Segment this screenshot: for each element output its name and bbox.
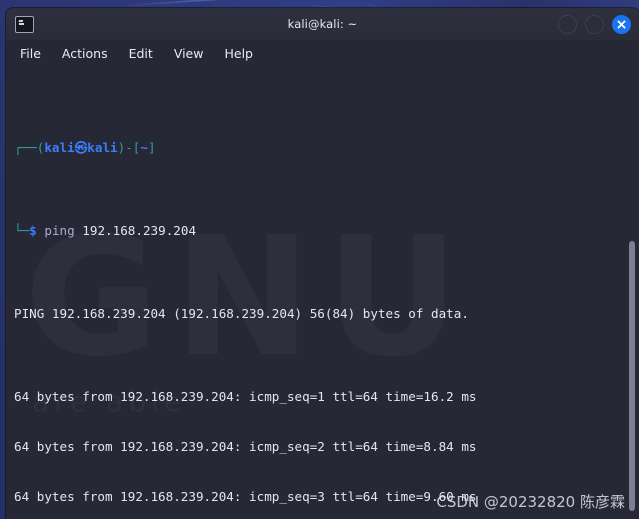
- vertical-scrollbar[interactable]: [629, 241, 635, 511]
- window-controls: [558, 8, 631, 40]
- prompt-bracket-open: )-[: [117, 140, 141, 156]
- prompt-path: ~: [140, 140, 148, 156]
- menu-bar: File Actions Edit View Help: [6, 40, 639, 67]
- prompt-sigil: $: [29, 223, 37, 239]
- title-bar[interactable]: kali@kali: ~: [6, 8, 639, 40]
- prompt-line-2: └─$ ping 192.168.239.204: [14, 223, 639, 240]
- menu-item-help[interactable]: Help: [224, 46, 253, 61]
- terminal-output: ┌──(kali㉿kali)-[~] └─$ ping 192.168.239.…: [6, 67, 639, 519]
- ping-header-line: PING 192.168.239.204 (192.168.239.204) 5…: [14, 306, 469, 322]
- prompt-branch-bottom: └─: [14, 223, 30, 239]
- ping-reply-line: 64 bytes from 192.168.239.204: icmp_seq=…: [14, 389, 477, 405]
- menu-item-view[interactable]: View: [174, 46, 204, 61]
- window-title: kali@kali: ~: [287, 17, 358, 31]
- command-name: ping: [44, 223, 75, 239]
- terminal-icon: [15, 15, 34, 33]
- maximize-button[interactable]: [585, 14, 604, 34]
- close-button[interactable]: [612, 14, 631, 34]
- menu-item-file[interactable]: File: [20, 46, 41, 61]
- command-argument: 192.168.239.204: [82, 223, 197, 239]
- terminal-window: kali@kali: ~ File Actions Edit View Help…: [6, 8, 639, 519]
- menu-item-actions[interactable]: Actions: [62, 46, 108, 61]
- prompt-bracket-close: ]: [147, 140, 156, 156]
- minimize-button[interactable]: [558, 14, 577, 34]
- prompt-user: kali: [44, 140, 75, 156]
- prompt-branch-top: ┌──(: [14, 140, 45, 156]
- prompt-at-icon: ㉿: [74, 140, 88, 156]
- menu-item-edit[interactable]: Edit: [129, 46, 153, 61]
- terminal-body[interactable]: GNU are able ┌──(kali㉿kali)-[~] └─$ ping…: [6, 67, 639, 519]
- close-icon: [617, 20, 626, 28]
- ping-reply-line: 64 bytes from 192.168.239.204: icmp_seq=…: [14, 439, 477, 455]
- ping-reply-line: 64 bytes from 192.168.239.204: icmp_seq=…: [14, 488, 477, 504]
- prompt-line-1: ┌──(kali㉿kali)-[~]: [14, 140, 639, 157]
- prompt-host: kali: [87, 140, 118, 156]
